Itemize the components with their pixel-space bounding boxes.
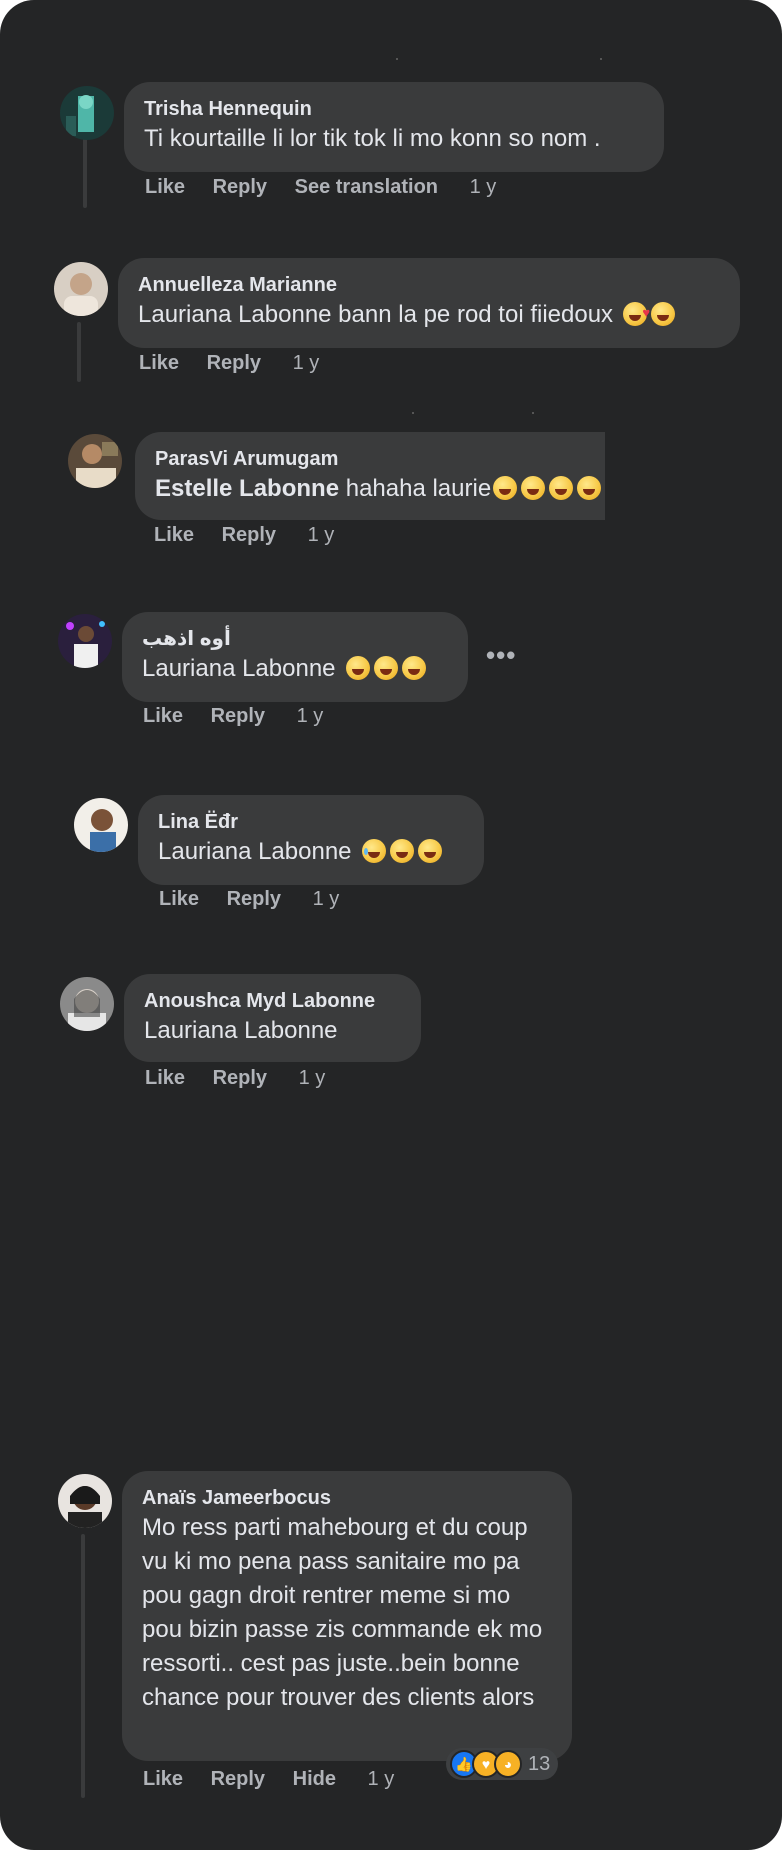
comment-bubble: Annuelleza Marianne Lauriana Labonne ban… bbox=[118, 258, 740, 348]
thread-line bbox=[81, 1534, 85, 1798]
comment-time[interactable]: 1 y bbox=[470, 176, 497, 198]
avatar[interactable] bbox=[58, 614, 112, 668]
rofl-emoji-icon bbox=[651, 302, 676, 326]
tears-of-joy-emoji-icon bbox=[389, 839, 414, 863]
rofl-emoji-icon bbox=[373, 656, 398, 680]
comment-actions: Like Reply 1 y bbox=[145, 1065, 347, 1091]
reply-button[interactable]: Reply bbox=[213, 176, 267, 198]
comment-text: Ti kourtaille li lor tik tok li mo konn … bbox=[144, 125, 601, 152]
comment-text-row: Lauriana Labonne bann la pe rod toi fiie… bbox=[138, 296, 720, 332]
like-button[interactable]: Like bbox=[159, 888, 199, 910]
rofl-emoji-icon bbox=[549, 476, 574, 500]
comment-author[interactable]: Lina Ëđr bbox=[158, 809, 464, 835]
reply-button[interactable]: Reply bbox=[222, 524, 276, 546]
comment-bubble: Anoushca Myd Labonne Lauriana Labonne bbox=[124, 974, 421, 1062]
see-translation-button[interactable]: See translation bbox=[295, 176, 438, 198]
avatar[interactable] bbox=[58, 1474, 112, 1528]
comment-actions: Like Reply See translation 1 y bbox=[145, 174, 518, 200]
comment-text: hahaha laurie bbox=[339, 475, 492, 502]
divider-dot bbox=[600, 58, 602, 60]
mention-link[interactable]: Estelle Labonne bbox=[155, 475, 339, 502]
comment-time[interactable]: 1 y bbox=[297, 705, 324, 727]
like-button[interactable]: Like bbox=[145, 1067, 185, 1089]
comment-bubble: Lina Ëđr Lauriana Labonne bbox=[138, 795, 484, 885]
comment-text: Mo ress parti mahebourg et du coup vu ki… bbox=[142, 1514, 543, 1711]
haha-reaction-icon: ◕ bbox=[494, 1750, 522, 1778]
avatar[interactable] bbox=[54, 262, 108, 316]
grinning-squinting-emoji-icon bbox=[345, 656, 370, 680]
comment-actions: Like Reply Hide 1 y bbox=[143, 1766, 416, 1792]
comment-text-row: Estelle Labonne hahaha laurie bbox=[155, 472, 602, 506]
hide-button[interactable]: Hide bbox=[293, 1768, 336, 1790]
reaction-count: 13 bbox=[528, 1752, 551, 1775]
comment-bubble: ParasVi Arumugam Estelle Labonne hahaha … bbox=[135, 432, 605, 520]
comment-text: Lauriana Labonne bbox=[142, 655, 336, 682]
rofl-emoji-icon bbox=[577, 476, 602, 500]
reactions-summary[interactable]: 👍 ♥ ◕ 13 bbox=[446, 1748, 559, 1780]
rofl-emoji-icon bbox=[493, 476, 518, 500]
reply-button[interactable]: Reply bbox=[227, 888, 281, 910]
comment-time[interactable]: 1 y bbox=[293, 352, 320, 374]
comment-actions: Like Reply 1 y bbox=[143, 703, 345, 729]
reply-button[interactable]: Reply bbox=[211, 1768, 265, 1790]
comment-bubble: Anaïs Jameerbocus Mo ress parti mahebour… bbox=[122, 1471, 572, 1761]
comment-author[interactable]: أوه اذهب bbox=[142, 626, 231, 652]
comment-time[interactable]: 1 y bbox=[308, 524, 335, 546]
avatar[interactable] bbox=[68, 434, 122, 488]
divider-dot bbox=[412, 412, 414, 414]
reply-button[interactable]: Reply bbox=[207, 352, 261, 374]
comments-screen: Trisha Hennequin Ti kourtaille li lor ti… bbox=[0, 0, 782, 1850]
like-button[interactable]: Like bbox=[145, 176, 185, 198]
reply-button[interactable]: Reply bbox=[213, 1067, 267, 1089]
comment-time[interactable]: 1 y bbox=[368, 1768, 395, 1790]
reply-button[interactable]: Reply bbox=[211, 705, 265, 727]
comment-text-row: Lauriana Labonne bbox=[158, 835, 464, 869]
comment-text: Lauriana Labonne bbox=[144, 1017, 338, 1044]
comment-author[interactable]: Trisha Hennequin bbox=[144, 96, 644, 122]
comment-text: Lauriana Labonne bann la pe rod toi fiie… bbox=[138, 301, 614, 328]
avatar[interactable] bbox=[60, 977, 114, 1031]
comment-time[interactable]: 1 y bbox=[313, 888, 340, 910]
comment-bubble: Trisha Hennequin Ti kourtaille li lor ti… bbox=[124, 82, 664, 172]
divider-dot bbox=[396, 58, 398, 60]
comment-actions: Like Reply 1 y bbox=[139, 350, 341, 376]
like-button[interactable]: Like bbox=[154, 524, 194, 546]
comment-author[interactable]: Anoushca Myd Labonne bbox=[144, 988, 401, 1014]
comment-actions: Like Reply 1 y bbox=[154, 522, 356, 548]
crying-face-emoji-icon bbox=[361, 839, 386, 863]
thread-line bbox=[77, 322, 81, 382]
like-button[interactable]: Like bbox=[143, 1768, 183, 1790]
comment-author[interactable]: ParasVi Arumugam bbox=[155, 446, 585, 472]
tears-of-joy-emoji-icon bbox=[417, 839, 442, 863]
more-options-icon[interactable]: ••• bbox=[486, 640, 516, 671]
comment-author[interactable]: Annuelleza Marianne bbox=[138, 272, 720, 298]
like-button[interactable]: Like bbox=[139, 352, 179, 374]
avatar[interactable] bbox=[60, 86, 114, 140]
rofl-emoji-icon bbox=[521, 476, 546, 500]
comment-author[interactable]: Anaïs Jameerbocus bbox=[142, 1485, 552, 1511]
comment-text-row: Lauriana Labonne bbox=[142, 652, 448, 686]
comment-actions: Like Reply 1 y bbox=[159, 886, 361, 912]
avatar[interactable] bbox=[74, 798, 128, 852]
rofl-emoji-icon bbox=[401, 656, 426, 680]
like-button[interactable]: Like bbox=[143, 705, 183, 727]
divider-dot bbox=[532, 412, 534, 414]
comment-text: Lauriana Labonne bbox=[158, 838, 352, 865]
comment-bubble: أوه اذهب Lauriana Labonne bbox=[122, 612, 468, 702]
smiling-hearts-emoji-icon bbox=[623, 296, 650, 330]
comment-time[interactable]: 1 y bbox=[299, 1067, 326, 1089]
